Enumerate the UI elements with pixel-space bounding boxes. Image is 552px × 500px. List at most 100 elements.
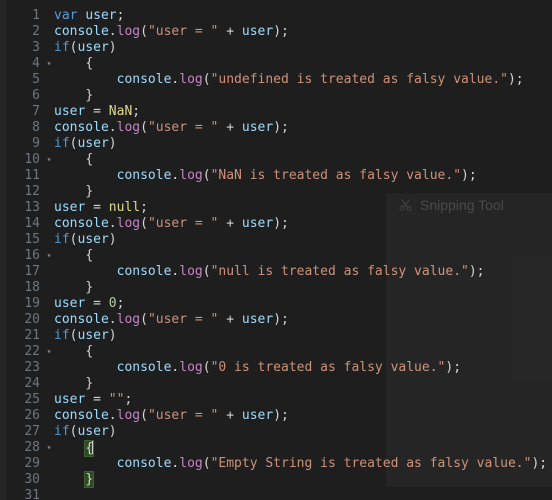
code-token: );	[507, 72, 524, 87]
code-line[interactable]: 2 console.log("user = " + user);	[6, 24, 552, 40]
code-line-text[interactable]: if(user)	[54, 424, 117, 440]
code-line[interactable]: 10 ▾ {	[6, 152, 552, 168]
code-line-text[interactable]: console.log("user = " + user);	[54, 24, 289, 40]
code-line-text[interactable]: console.log("user = " + user);	[54, 216, 289, 232]
code-token: .	[108, 312, 117, 327]
code-line[interactable]: 22 ▾ {	[6, 344, 552, 360]
code-token: "user = "	[147, 24, 219, 39]
code-line[interactable]: 11 console.log("NaN is treated as falsy …	[6, 168, 552, 184]
code-line[interactable]: 25 user = "";	[6, 392, 552, 408]
code-token: ;	[132, 104, 141, 119]
code-line-text[interactable]: }	[54, 280, 93, 296]
code-token: (	[202, 168, 211, 183]
code-token: =	[85, 296, 109, 311]
code-line[interactable]: 30 }	[6, 471, 552, 488]
code-line[interactable]: 14 console.log("user = " + user);	[6, 216, 552, 232]
code-token: if	[54, 232, 70, 247]
code-token: user	[77, 424, 109, 439]
code-line[interactable]: 15 if(user)	[6, 232, 552, 248]
code-line[interactable]: 6 }	[6, 88, 552, 104]
code-line-text[interactable]: var user;	[54, 8, 124, 24]
code-token: );	[531, 456, 548, 471]
code-line[interactable]: 17 console.log("null is treated as falsy…	[6, 264, 552, 280]
line-number: 16	[24, 248, 40, 263]
code-lines-container[interactable]: 1 var user; 2 console.log("user = " + user)…	[6, 0, 552, 500]
code-line-text[interactable]: {	[54, 344, 93, 360]
code-line-text[interactable]: }	[54, 184, 93, 200]
code-token: (	[202, 456, 211, 471]
code-token: "Empty String is treated as falsy value.…	[210, 456, 532, 471]
line-number: 15	[24, 232, 40, 247]
code-line-text[interactable]: {	[54, 248, 93, 264]
code-line[interactable]: 23 console.log("0 is treated as falsy va…	[6, 360, 552, 376]
code-line-text[interactable]: console.log("user = " + user);	[54, 120, 289, 136]
code-token: +	[218, 120, 242, 135]
code-line-text[interactable]: console.log("Empty String is treated as …	[54, 456, 548, 472]
code-token: console	[54, 24, 109, 39]
code-token: log	[179, 168, 203, 183]
code-line-text[interactable]: user = 0;	[54, 296, 124, 312]
code-line[interactable]: 4 ▾ {	[6, 56, 552, 72]
code-line-text[interactable]: if(user)	[54, 328, 117, 344]
snipping-tool-watermark: Snipping Tool	[398, 196, 504, 214]
code-line[interactable]: 3 if(user)	[6, 40, 552, 56]
code-token: .	[108, 120, 117, 135]
code-line[interactable]: 7 user = NaN;	[6, 104, 552, 120]
code-line-text[interactable]: user = NaN;	[54, 104, 140, 120]
code-line[interactable]: 20 console.log("user = " + user);	[6, 312, 552, 328]
code-line[interactable]: 27 if(user)	[6, 424, 552, 440]
code-token: .	[108, 216, 117, 231]
code-token: "undefined is treated as falsy value."	[210, 72, 508, 87]
code-token: }	[85, 376, 94, 391]
code-line-text[interactable]: console.log("NaN is treated as falsy val…	[54, 168, 477, 184]
code-line-text[interactable]: console.log("user = " + user);	[54, 312, 289, 328]
code-token: (	[140, 120, 148, 135]
code-line-text[interactable]: if(user)	[54, 136, 117, 152]
line-number: 25	[24, 392, 40, 407]
code-line[interactable]: 18 }	[6, 280, 552, 296]
code-line[interactable]: 16 ▾ {	[6, 248, 552, 264]
code-token: if	[54, 136, 70, 151]
code-line[interactable]: 29 console.log("Empty String is treated …	[6, 456, 552, 472]
code-line-text[interactable]: {	[54, 152, 93, 168]
code-line[interactable]: 31	[6, 488, 552, 500]
code-line-text[interactable]: if(user)	[54, 232, 117, 248]
code-token: log	[116, 24, 141, 39]
code-line[interactable]: 26 console.log("user = " + user);	[6, 408, 552, 424]
code-token: user	[54, 296, 86, 311]
code-token: )	[108, 232, 117, 247]
line-number: 19	[24, 296, 40, 311]
code-line-text[interactable]: console.log("null is treated as falsy va…	[54, 264, 485, 280]
code-line[interactable]: 9 if(user)	[6, 136, 552, 152]
code-line[interactable]: 5 console.log("undefined is treated as f…	[6, 72, 552, 88]
code-token: ;	[116, 8, 125, 23]
code-token: user	[241, 312, 274, 327]
code-token: user	[241, 408, 274, 423]
code-token: =	[85, 392, 109, 407]
code-line[interactable]: 8 console.log("user = " + user);	[6, 120, 552, 136]
code-line-text[interactable]: user = null;	[54, 200, 148, 216]
code-line[interactable]: 1 var user;	[6, 8, 552, 24]
code-token: log	[179, 456, 203, 471]
code-line[interactable]: 28 ▾ {	[6, 440, 552, 457]
code-line-text[interactable]: if(user)	[54, 40, 117, 56]
code-line-text[interactable]: }	[54, 471, 95, 488]
code-token: .	[108, 408, 117, 423]
code-line-text[interactable]: {	[54, 56, 93, 72]
code-line-text[interactable]: console.log("undefined is treated as fal…	[54, 72, 524, 88]
code-line-text[interactable]: console.log("0 is treated as falsy value…	[54, 360, 461, 376]
code-editor[interactable]: 1 var user; 2 console.log("user = " + user)…	[0, 0, 552, 500]
code-line[interactable]: 21 if(user)	[6, 328, 552, 344]
code-line[interactable]: 24 }	[6, 376, 552, 392]
code-line[interactable]: 19 user = 0;	[6, 296, 552, 312]
code-line-text[interactable]: }	[54, 376, 93, 392]
code-line-text[interactable]: user = "";	[54, 392, 132, 408]
line-number: 12	[24, 184, 40, 199]
code-line-text[interactable]: {	[54, 440, 95, 457]
code-line-text[interactable]: console.log("user = " + user);	[54, 408, 289, 424]
code-line-text[interactable]: }	[54, 88, 93, 104]
